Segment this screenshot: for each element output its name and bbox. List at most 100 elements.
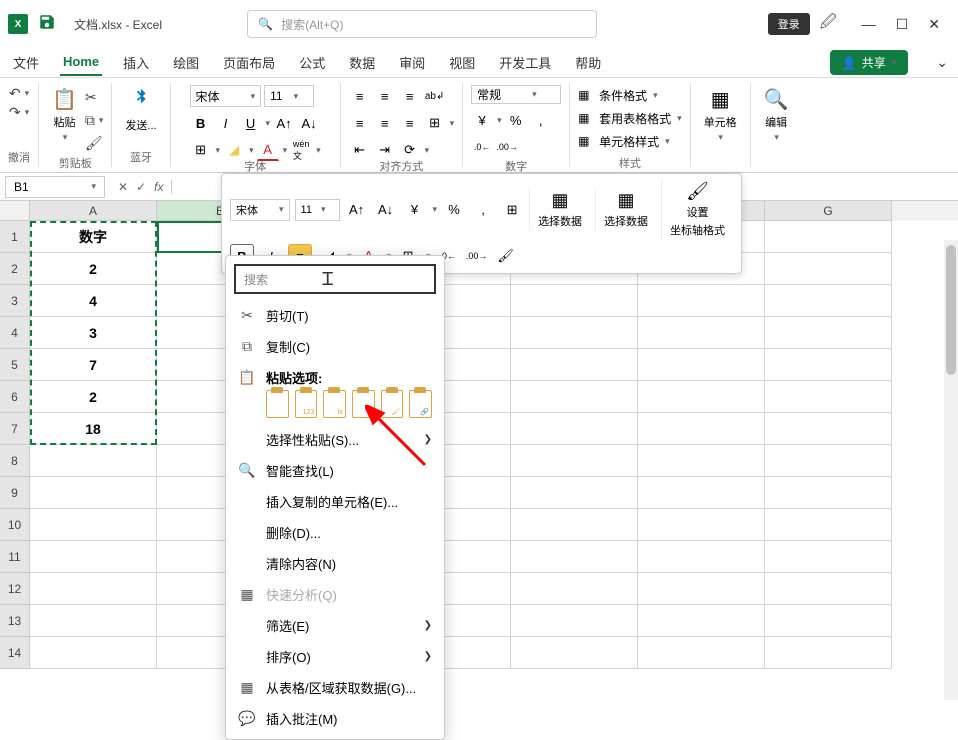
currency-button[interactable]: ¥ [471,109,493,131]
name-box[interactable]: B1 ▾ [5,176,105,198]
font-size-select[interactable]: 11▾ [264,85,314,107]
row-header[interactable]: 8 [0,445,30,477]
cell[interactable] [638,509,765,541]
ctx-insert-copied[interactable]: 插入复制的单元格(E)... [226,486,444,517]
cell[interactable] [30,573,157,605]
tab-help[interactable]: 帮助 [572,48,604,77]
cell[interactable] [638,573,765,605]
cell[interactable] [765,413,892,445]
align-top-button[interactable]: ≡ [349,85,371,107]
mini-comma[interactable]: , [471,198,495,222]
cell[interactable] [638,541,765,573]
cell[interactable] [638,317,765,349]
align-middle-button[interactable]: ≡ [374,85,396,107]
ctx-delete[interactable]: 删除(D)... [226,517,444,548]
save-icon[interactable] [38,13,56,36]
cell[interactable] [511,349,638,381]
tab-data[interactable]: 数据 [346,48,378,77]
align-right-button[interactable]: ≡ [399,112,421,134]
fx-icon[interactable]: fx [154,180,163,194]
cell[interactable] [30,605,157,637]
col-header-a[interactable]: A [30,201,157,221]
cell[interactable] [638,349,765,381]
vertical-scrollbar[interactable] [944,240,958,700]
cell[interactable] [511,573,638,605]
underline-button[interactable]: U [240,112,262,134]
decrease-indent-button[interactable]: ⇤ [349,139,371,161]
increase-font-button[interactable]: A↑ [273,112,295,134]
table-format-button[interactable]: ▦套用表格格式▾ [578,108,682,129]
cell[interactable] [765,605,892,637]
cell[interactable] [638,285,765,317]
minimize-button[interactable]: — [862,16,876,33]
cell[interactable]: 18 [30,413,157,445]
mini-decrease-font[interactable]: A↓ [374,198,398,222]
cell[interactable]: 7 [30,349,157,381]
cell[interactable] [30,541,157,573]
ctx-paste-special[interactable]: 选择性粘贴(S)... ❯ [226,424,444,455]
cell[interactable] [638,477,765,509]
row-header[interactable]: 2 [0,253,30,285]
cell[interactable] [765,221,892,253]
paste-opt-link[interactable]: 🔗 [409,390,432,418]
select-all-corner[interactable] [0,201,30,221]
cell[interactable] [511,445,638,477]
mini-select-data-2[interactable]: ▦ 选择数据 [595,188,656,231]
cell[interactable] [765,509,892,541]
mini-axis-format[interactable]: 🖌 设置 坐标轴格式 [661,179,733,240]
cell[interactable] [511,509,638,541]
col-header-g[interactable]: G [765,201,892,221]
cell[interactable] [511,317,638,349]
paste-opt-transpose[interactable]: ⇅ [352,390,375,418]
cell[interactable]: 数字 [30,221,157,253]
bluetooth-send-button[interactable]: 发送... [120,85,161,135]
number-format-select[interactable]: 常规▾ [471,85,561,104]
cell[interactable] [511,285,638,317]
percent-button[interactable]: % [505,109,527,131]
cell[interactable]: 2 [30,381,157,413]
cell[interactable] [638,637,765,669]
wrap-text-button[interactable]: ab↲ [424,85,446,107]
mini-select-data-1[interactable]: ▦ 选择数据 [529,188,590,231]
search-box[interactable]: 🔍 搜索(Alt+Q) [247,10,597,38]
cell[interactable] [30,509,157,541]
cell[interactable] [765,381,892,413]
tab-file[interactable]: 文件 [10,48,42,77]
cell[interactable] [511,381,638,413]
cell[interactable] [511,413,638,445]
redo-icon[interactable]: ↷ [9,104,21,121]
row-header[interactable]: 7 [0,413,30,445]
cell[interactable] [30,445,157,477]
comma-button[interactable]: , [530,109,552,131]
merge-button[interactable]: ⊞ [424,112,446,134]
tab-developer[interactable]: 开发工具 [496,48,554,77]
conditional-format-button[interactable]: ▦条件格式▾ [578,85,658,106]
editing-button[interactable]: 🔍 编辑 ▾ [759,85,794,145]
increase-decimal-button[interactable]: .0← [471,136,493,158]
align-bottom-button[interactable]: ≡ [399,85,421,107]
paste-button[interactable]: 📋 粘贴 ▾ [47,85,82,145]
tab-home[interactable]: Home [60,49,102,76]
align-center-button[interactable]: ≡ [374,112,396,134]
cell[interactable]: 2 [30,253,157,285]
ctx-smart-lookup[interactable]: 🔍 智能查找(L) [226,455,444,486]
row-header[interactable]: 1 [0,221,30,253]
cell[interactable] [765,477,892,509]
cell[interactable] [765,253,892,285]
ctx-sort[interactable]: 排序(O) ❯ [226,641,444,672]
cell-styles-button[interactable]: ▦单元格样式▾ [578,131,670,152]
row-header[interactable]: 4 [0,317,30,349]
row-header[interactable]: 11 [0,541,30,573]
paste-opt-all[interactable] [266,390,289,418]
align-left-button[interactable]: ≡ [349,112,371,134]
cell[interactable] [638,413,765,445]
cell[interactable] [765,445,892,477]
cell[interactable] [638,605,765,637]
paste-opt-formulas[interactable]: fx [323,390,346,418]
ctx-filter[interactable]: 筛选(E) ❯ [226,610,444,641]
italic-button[interactable]: I [215,112,237,134]
close-button[interactable]: ✕ [928,16,940,33]
row-header[interactable]: 6 [0,381,30,413]
cell[interactable]: 4 [30,285,157,317]
row-header[interactable]: 3 [0,285,30,317]
